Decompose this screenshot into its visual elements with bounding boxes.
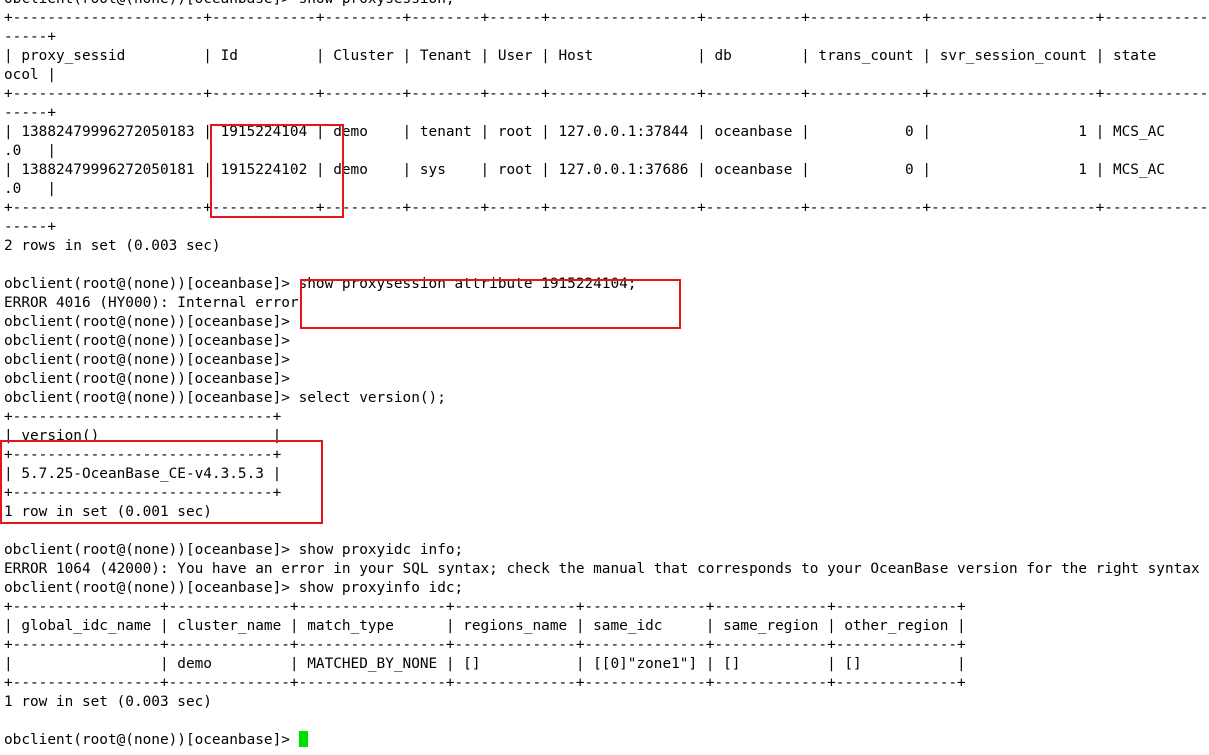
terminal-line: 1 row in set (0.003 sec) (4, 694, 212, 710)
terminal-line: -----+ (4, 29, 56, 45)
terminal-prompt-line[interactable]: obclient(root@(none))[oceanbase]> (4, 731, 1209, 750)
terminal-line: ERROR 4016 (HY000): Internal error (4, 295, 299, 311)
terminal-line: | proxy_sessid | Id | Cluster | Tenant |… (4, 48, 1157, 64)
terminal-line: obclient(root@(none))[oceanbase]> show p… (4, 580, 464, 596)
terminal-line: 1 row in set (0.001 sec) (4, 504, 212, 520)
terminal-line: +-----------------+--------------+------… (4, 675, 966, 691)
terminal-line: -----+ (4, 219, 56, 235)
terminal-window[interactable]: obclient(root@(none))[oceanbase]> show p… (0, 0, 1209, 755)
terminal-line: 2 rows in set (0.003 sec) (4, 238, 221, 254)
terminal-line: ocol | (4, 67, 56, 83)
terminal-line: | global_idc_name | cluster_name | match… (4, 618, 966, 634)
terminal-line: obclient(root@(none))[oceanbase]> show p… (4, 0, 1209, 9)
terminal-line: obclient(root@(none))[oceanbase]> (4, 333, 290, 349)
terminal-line: | 5.7.25-OceanBase_CE-v4.3.5.3 | (4, 466, 282, 482)
terminal-line: +----------------------+------------+---… (4, 10, 1209, 26)
terminal-cursor[interactable] (298, 731, 308, 747)
terminal-line: +-----------------+--------------+------… (4, 637, 966, 653)
terminal-line: obclient(root@(none))[oceanbase]> show p… (4, 276, 637, 292)
terminal-line: .0 | (4, 143, 56, 159)
terminal-line: obclient(root@(none))[oceanbase]> (4, 371, 290, 387)
terminal-line: obclient(root@(none))[oceanbase]> (4, 314, 290, 330)
terminal-line: | 13882479996272050183 | 1915224104 | de… (4, 124, 1165, 140)
terminal-line: .0 | (4, 181, 56, 197)
terminal-line: +------------------------------+ (4, 485, 282, 501)
terminal-output: obclient(root@(none))[oceanbase]> show p… (4, 0, 1209, 750)
terminal-line: +----------------------+------------+---… (4, 86, 1209, 102)
terminal-line: +------------------------------+ (4, 409, 282, 425)
terminal-line: | 13882479996272050181 | 1915224102 | de… (4, 162, 1165, 178)
terminal-line: ERROR 1064 (42000): You have an error in… (4, 561, 1200, 577)
terminal-line: +-----------------+--------------+------… (4, 599, 966, 615)
terminal-line: +----------------------+------------+---… (4, 200, 1209, 216)
terminal-line: -----+ (4, 105, 56, 121)
terminal-line: | version() | (4, 428, 282, 444)
terminal-line: obclient(root@(none))[oceanbase]> select… (4, 390, 446, 406)
terminal-line: obclient(root@(none))[oceanbase]> show p… (4, 542, 464, 558)
terminal-line: | | demo | MATCHED_BY_NONE | [] | [[0]"z… (4, 656, 966, 672)
terminal-line: obclient(root@(none))[oceanbase]> (4, 352, 290, 368)
terminal-line: +------------------------------+ (4, 447, 282, 463)
terminal-prompt: obclient(root@(none))[oceanbase]> (4, 732, 299, 748)
